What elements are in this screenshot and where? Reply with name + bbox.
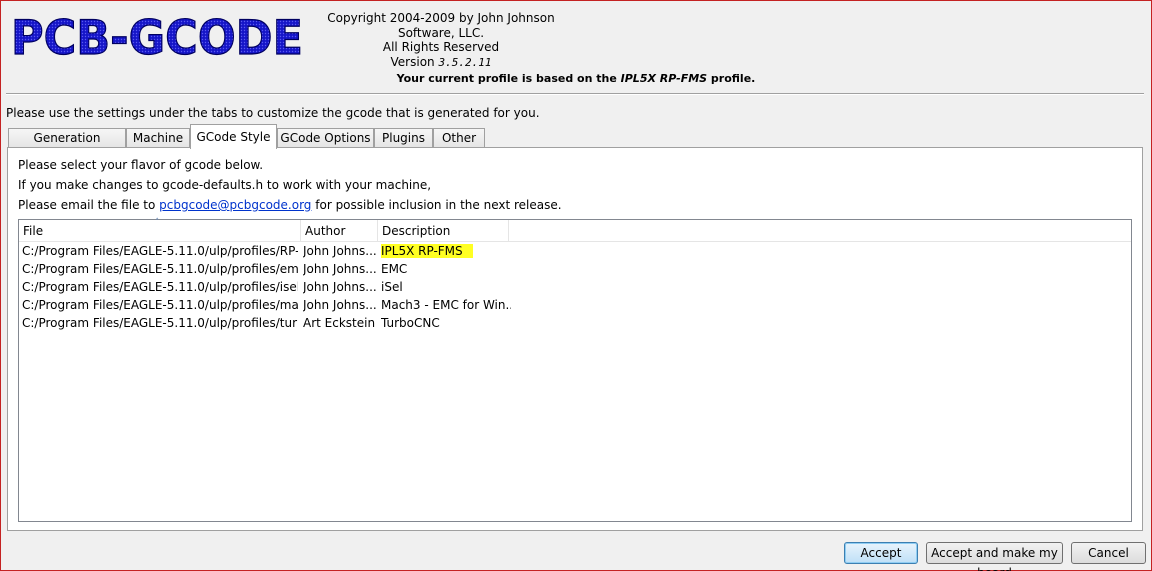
list-item[interactable]: C:/Program Files/EAGLE-5.11.0/ulp/profil… [19, 260, 1131, 278]
profile-prefix: Your current profile is based on the [396, 72, 617, 85]
file-cell: C:/Program Files/EAGLE-5.11.0/ulp/profil… [22, 260, 298, 278]
column-file-label: File [23, 224, 44, 238]
file-cell: C:/Program Files/EAGLE-5.11.0/ulp/profil… [22, 296, 298, 314]
pcb-gcode-logo: PCB-GCODE [10, 11, 303, 61]
separator [6, 93, 1144, 95]
file-cell: C:/Program Files/EAGLE-5.11.0/ulp/profil… [22, 242, 298, 260]
list-header: File ˄ Author Description [19, 218, 1131, 242]
profile-name: IPL5X RP-FMS [620, 72, 708, 85]
description-cell-text: iSel [381, 280, 403, 294]
author-cell-text: John Johns... [303, 262, 377, 276]
author-cell-text: John Johns... [303, 280, 377, 294]
tab-other[interactable]: Other [433, 128, 485, 148]
tab-gcode-options[interactable]: GCode Options [277, 128, 374, 148]
email-link[interactable]: pcbgcode@pcbgcode.org [159, 198, 311, 212]
author-cell: John Johns... [303, 278, 377, 296]
description-cell-text: IPL5X RP-FMS [381, 244, 473, 258]
select-flavor-text: Please select your flavor of gcode below… [18, 158, 264, 172]
email-prefix: Please email the file to [18, 198, 156, 212]
accept-button[interactable]: Accept [844, 542, 918, 564]
logo-text: PCB-GCODE [11, 11, 303, 61]
column-header-author[interactable]: Author [301, 220, 378, 242]
file-cell-text: C:/Program Files/EAGLE-5.11.0/ulp/profil… [22, 316, 298, 330]
tab-machine[interactable]: Machine [126, 128, 190, 148]
sort-ascending-icon: ˄ [155, 218, 160, 228]
file-cell: C:/Program Files/EAGLE-5.11.0/ulp/profil… [22, 278, 298, 296]
author-cell: Art Eckstein [303, 314, 377, 332]
copyright-block: Copyright 2004-2009 by John Johnson Soft… [306, 11, 576, 70]
file-cell: C:/Program Files/EAGLE-5.11.0/ulp/profil… [22, 314, 298, 332]
file-cell-text: C:/Program Files/EAGLE-5.11.0/ulp/profil… [22, 244, 298, 258]
rights-text: All Rights Reserved [382, 40, 500, 54]
author-cell-text: Art Eckstein [303, 316, 376, 330]
tab-generation-options[interactable]: Generation Options [8, 128, 126, 163]
list-item[interactable]: C:/Program Files/EAGLE-5.11.0/ulp/profil… [19, 314, 1131, 332]
profile-suffix: profile. [710, 72, 756, 85]
file-cell-text: C:/Program Files/EAGLE-5.11.0/ulp/profil… [22, 298, 298, 312]
copyright-text: Copyright 2004-2009 by John Johnson Soft… [327, 11, 555, 40]
list-item[interactable]: C:/Program Files/EAGLE-5.11.0/ulp/profil… [19, 242, 1131, 260]
instructions-text: Please use the settings under the tabs t… [6, 106, 540, 120]
tab-plugins[interactable]: Plugins [374, 128, 433, 148]
description-cell: IPL5X RP-FMS [381, 242, 511, 260]
email-suffix: for possible inclusion in the next relea… [315, 198, 562, 212]
description-cell-text: Mach3 - EMC for Win... [381, 298, 511, 312]
description-cell: TurboCNC [381, 314, 511, 332]
file-cell-text: C:/Program Files/EAGLE-5.11.0/ulp/profil… [22, 262, 298, 276]
list-item[interactable]: C:/Program Files/EAGLE-5.11.0/ulp/profil… [19, 278, 1131, 296]
author-cell-text: John Johns... [303, 244, 377, 258]
author-cell: John Johns... [303, 296, 377, 314]
description-cell: EMC [381, 260, 511, 278]
column-header-description[interactable]: Description [378, 220, 509, 242]
profile-list[interactable]: File ˄ Author Description C:/Program Fil… [18, 218, 1132, 522]
version-line: Version 3.5.2.11 [306, 55, 576, 71]
column-header-file[interactable]: File ˄ [19, 218, 301, 242]
accept-and-make-board-button[interactable]: Accept and make my board [926, 542, 1063, 571]
email-line: Please email the file to pcbgcode@pcbgco… [18, 198, 562, 212]
tab-gcode-style[interactable]: GCode Style [190, 124, 277, 149]
gcode-style-panel: Please select your flavor of gcode below… [7, 147, 1143, 531]
cancel-button[interactable]: Cancel [1071, 542, 1146, 564]
list-item[interactable]: C:/Program Files/EAGLE-5.11.0/ulp/profil… [19, 296, 1131, 314]
list-body: C:/Program Files/EAGLE-5.11.0/ulp/profil… [19, 242, 1131, 332]
version-label: Version [390, 54, 435, 69]
author-cell: John Johns... [303, 260, 377, 278]
description-cell: iSel [381, 278, 511, 296]
description-cell-text: TurboCNC [381, 316, 440, 330]
author-cell-text: John Johns... [303, 298, 377, 312]
description-cell-text: EMC [381, 262, 408, 276]
author-cell: John Johns... [303, 242, 377, 260]
changes-text: If you make changes to gcode-defaults.h … [18, 178, 432, 192]
version-number: 3.5.2.11 [438, 55, 492, 69]
profile-line: Your current profile is based on the IPL… [0, 72, 1152, 85]
description-cell: Mach3 - EMC for Win... [381, 296, 511, 314]
file-cell-text: C:/Program Files/EAGLE-5.11.0/ulp/profil… [22, 280, 298, 294]
